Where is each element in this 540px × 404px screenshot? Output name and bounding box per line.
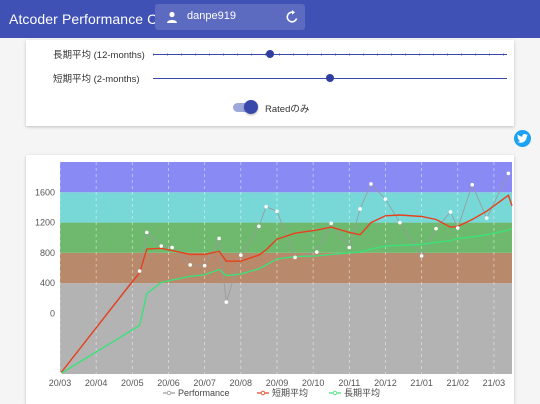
performance-point[interactable] [329,221,334,226]
x-tick-label: 20/08 [230,378,253,388]
legend-performance-label[interactable]: Performance [178,388,230,398]
rated-only-label: Ratedのみ [265,104,310,115]
rating-band [60,192,512,223]
x-tick-label: 20/07 [193,378,216,388]
x-tick-label: 20/09 [266,378,289,388]
x-tick-label: 21/01 [410,378,433,388]
long-term-slider-thumb[interactable] [265,50,274,58]
toggle-knob[interactable] [244,100,258,114]
username-input[interactable]: danpe919 [187,10,236,22]
chart-card: 20/03 20/04 20/05 20/06 20/07 20/08 20/09 20/10… [26,155,514,404]
x-tick-label: 20/05 [121,378,144,388]
long-term-label: 長期平均 (12-months) [53,50,145,61]
person-icon [167,11,177,23]
performance-point[interactable] [455,226,460,230]
y-tick-label: 800 [40,248,55,258]
legend-short-avg-marker [260,390,266,396]
x-tick-label: 20/04 [85,378,108,388]
long-term-slider-row: 長期平均 (12-months) [26,46,514,64]
twitter-icon [517,134,528,143]
rating-band [60,162,512,193]
legend-performance-marker [166,390,172,396]
app-bar: Atcoder Performance Chart danpe919 [0,0,540,38]
performance-point[interactable] [369,182,373,186]
performance-point[interactable] [202,263,207,268]
legend-long-avg-marker [332,390,338,396]
performance-point[interactable] [419,254,424,258]
performance-point[interactable] [188,263,192,267]
x-tick-label: 21/02 [446,378,469,388]
performance-point[interactable] [224,300,229,304]
twitter-share-button[interactable] [514,130,531,147]
settings-card: 長期平均 (12-months) 短期平均 (2-months) Ratedのみ [26,40,514,126]
performance-point[interactable] [398,220,402,225]
performance-point[interactable] [314,250,319,254]
performance-point[interactable] [217,236,221,241]
legend-long-avg-label[interactable]: 長期平均 [344,387,380,398]
x-tick-label: 20/06 [157,378,180,388]
legend-short-avg-label[interactable]: 短期平均 [272,387,308,398]
rating-band [60,283,512,374]
rating-band [60,222,512,253]
y-tick-label: 1200 [35,218,55,228]
performance-point[interactable] [159,244,164,248]
performance-point[interactable] [434,226,438,231]
x-tick-label: 20/03 [49,378,72,388]
performance-point[interactable] [239,253,243,257]
performance-point[interactable] [506,171,511,176]
x-tick-label: 20/12 [374,378,397,388]
performance-point[interactable] [257,224,261,229]
short-term-label: 短期平均 (2-months) [53,74,140,85]
performance-point[interactable] [484,216,489,220]
performance-point[interactable] [58,372,62,376]
performance-point[interactable] [347,245,352,250]
performance-point[interactable] [170,245,174,250]
performance-chart: 20/03 20/04 20/05 20/06 20/07 20/08 20/09 20/10… [35,162,513,398]
long-term-slider-track[interactable] [153,54,507,55]
short-term-slider-thumb[interactable] [326,74,334,82]
x-tick-label: 20/10 [302,378,325,388]
performance-point[interactable] [383,197,388,201]
short-term-slider-row: 短期平均 (2-months) [26,70,514,88]
user-search-box[interactable]: danpe919 [155,4,305,30]
performance-point[interactable] [264,204,268,209]
y-tick-label: 400 [40,278,55,288]
performance-point[interactable] [470,182,475,187]
refresh-icon[interactable] [285,10,299,24]
performance-point[interactable] [275,209,279,214]
performance-point[interactable] [448,210,453,214]
performance-point[interactable] [358,207,362,211]
performance-point[interactable] [293,255,297,260]
y-tick-label: 1600 [35,187,55,197]
rated-only-toggle[interactable]: Ratedのみ [233,100,353,116]
y-tick-label: 0 [50,308,55,318]
x-tick-label: 20/11 [338,378,360,388]
performance-point[interactable] [144,230,149,235]
performance-point[interactable] [137,269,142,273]
x-tick-label: 21/03 [483,378,506,388]
